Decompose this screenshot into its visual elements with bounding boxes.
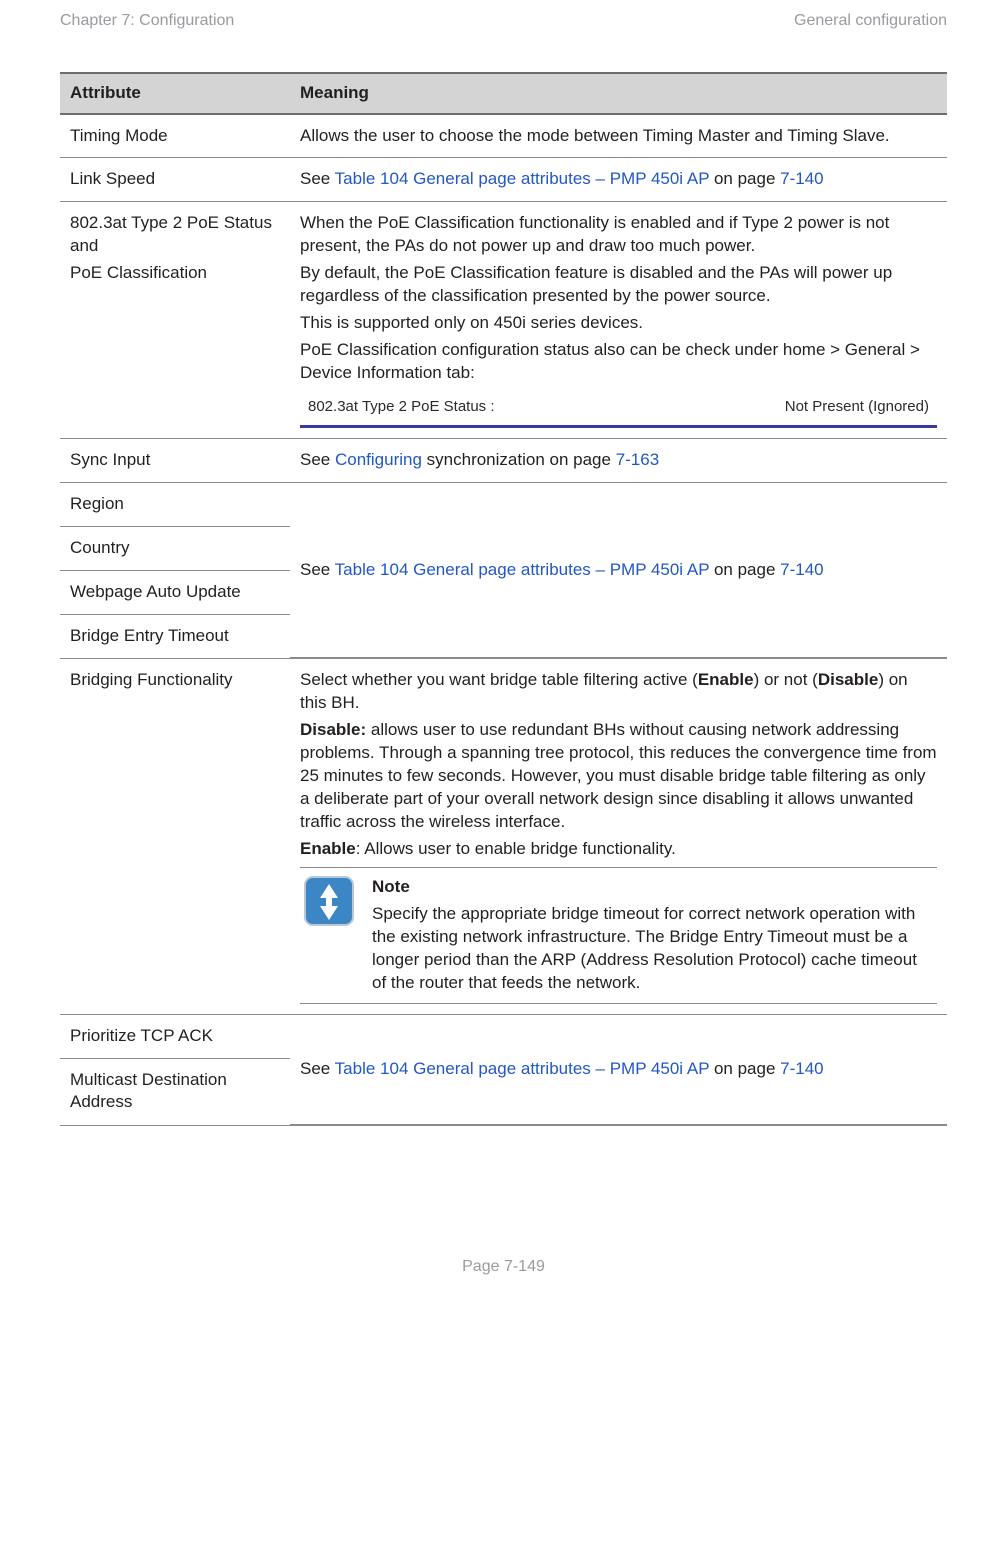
meaning-timing-mode: Allows the user to choose the mode betwe… — [290, 114, 947, 158]
text-see: See — [300, 1059, 335, 1078]
disable-text: allows user to use redundant BHs without… — [300, 720, 937, 831]
bridging-enable-word: Enable — [698, 670, 754, 689]
note-icon — [304, 876, 354, 995]
attributes-table: Attribute Meaning Timing Mode Allows the… — [60, 72, 947, 1126]
text-see: See — [300, 169, 335, 188]
table-row: Sync Input See Configuring synchronizati… — [60, 439, 947, 483]
link-table-104[interactable]: Table 104 General page attributes – PMP … — [335, 560, 710, 579]
merged-block-2: Prioritize TCP ACK See Table 104 General… — [60, 1015, 947, 1125]
text-on-page: on page — [709, 169, 780, 188]
page-header: Chapter 7: Configuration General configu… — [60, 10, 947, 32]
header-chapter: Chapter 7: Configuration — [60, 10, 234, 32]
table-row: 802.3at Type 2 PoE Status and PoE Classi… — [60, 202, 947, 439]
attr-timing-mode: Timing Mode — [60, 114, 290, 158]
poe-p1: When the PoE Classification functionalit… — [300, 212, 937, 258]
link-table-104[interactable]: Table 104 General page attributes – PMP … — [335, 169, 710, 188]
attr-bridging-functionality: Bridging Functionality — [60, 659, 290, 1014]
bridging-disable-word: Disable — [818, 670, 878, 689]
attr-webpage-auto-update: Webpage Auto Update — [60, 571, 290, 615]
poe-status-label: 802.3at Type 2 PoE Status : — [308, 397, 495, 417]
table-row: Timing Mode Allows the user to choose th… — [60, 114, 947, 158]
note-text: Specify the appropriate bridge timeout f… — [372, 903, 933, 995]
attr-link-speed: Link Speed — [60, 158, 290, 202]
attr-region: Region — [60, 483, 290, 526]
header-section: General configuration — [794, 10, 947, 32]
note-body: Note Specify the appropriate bridge time… — [372, 876, 933, 995]
link-page-7-163[interactable]: 7-163 — [616, 450, 659, 469]
attr-country: Country — [60, 527, 290, 571]
text-on-page: on page — [709, 1059, 780, 1078]
link-configuring[interactable]: Configuring — [335, 450, 422, 469]
attr-poe: 802.3at Type 2 PoE Status and PoE Classi… — [60, 202, 290, 439]
attr-bridge-entry-timeout: Bridge Entry Timeout — [60, 614, 290, 657]
text-on-page: on page — [709, 560, 780, 579]
link-table-104[interactable]: Table 104 General page attributes – PMP … — [335, 1059, 710, 1078]
attr-poe-line1: 802.3at Type 2 PoE Status and — [70, 212, 280, 258]
table-row-merged: Region See Table 104 General page attrib… — [60, 483, 947, 659]
enable-text: : Allows user to enable bridge functiona… — [356, 839, 676, 858]
poe-p2: By default, the PoE Classification featu… — [300, 262, 937, 308]
meaning-bridging: Select whether you want bridge table fil… — [290, 659, 947, 1014]
note-box: Note Specify the appropriate bridge time… — [300, 867, 937, 1004]
bridging-enable-para: Enable: Allows user to enable bridge fun… — [300, 838, 937, 861]
attr-poe-line2: PoE Classification — [70, 262, 280, 285]
link-page-7-140[interactable]: 7-140 — [780, 1059, 823, 1078]
attr-sync-input: Sync Input — [60, 439, 290, 483]
poe-status-value: Not Present (Ignored) — [785, 397, 929, 417]
enable-label: Enable — [300, 839, 356, 858]
text-see: See — [300, 560, 335, 579]
table-row: Link Speed See Table 104 General page at… — [60, 158, 947, 202]
bridging-p1: Select whether you want bridge table fil… — [300, 669, 937, 715]
bridging-p1-c: ) or not ( — [754, 670, 818, 689]
table-row: Bridging Functionality Select whether yo… — [60, 659, 947, 1014]
meaning-block1: See Table 104 General page attributes – … — [290, 483, 947, 658]
link-page-7-140[interactable]: 7-140 — [780, 169, 823, 188]
bridging-disable-para: Disable: allows user to use redundant BH… — [300, 719, 937, 834]
meaning-poe: When the PoE Classification functionalit… — [290, 202, 947, 439]
meaning-link-speed: See Table 104 General page attributes – … — [290, 158, 947, 202]
disable-label: Disable: — [300, 720, 366, 739]
attr-multicast-dest-address: Multicast Destination Address — [60, 1058, 290, 1124]
text-sync-on-page: synchronization on page — [422, 450, 616, 469]
meaning-sync-input: See Configuring synchronization on page … — [290, 439, 947, 483]
table-row-merged: Prioritize TCP ACK See Table 104 General… — [60, 1014, 947, 1125]
meaning-block2: See Table 104 General page attributes – … — [290, 1015, 947, 1125]
page-number: Page 7-149 — [60, 1256, 947, 1278]
col-header-attribute: Attribute — [60, 73, 290, 114]
poe-p4: PoE Classification configuration status … — [300, 339, 937, 385]
note-title: Note — [372, 876, 933, 899]
bridging-p1-a: Select whether you want bridge table fil… — [300, 670, 698, 689]
col-header-meaning: Meaning — [290, 73, 947, 114]
link-page-7-140[interactable]: 7-140 — [780, 560, 823, 579]
merged-block-1: Region See Table 104 General page attrib… — [60, 483, 947, 658]
poe-status-strip: 802.3at Type 2 PoE Status : Not Present … — [300, 391, 937, 428]
attr-prioritize-tcp-ack: Prioritize TCP ACK — [60, 1015, 290, 1058]
text-see: See — [300, 450, 335, 469]
poe-p3: This is supported only on 450i series de… — [300, 312, 937, 335]
